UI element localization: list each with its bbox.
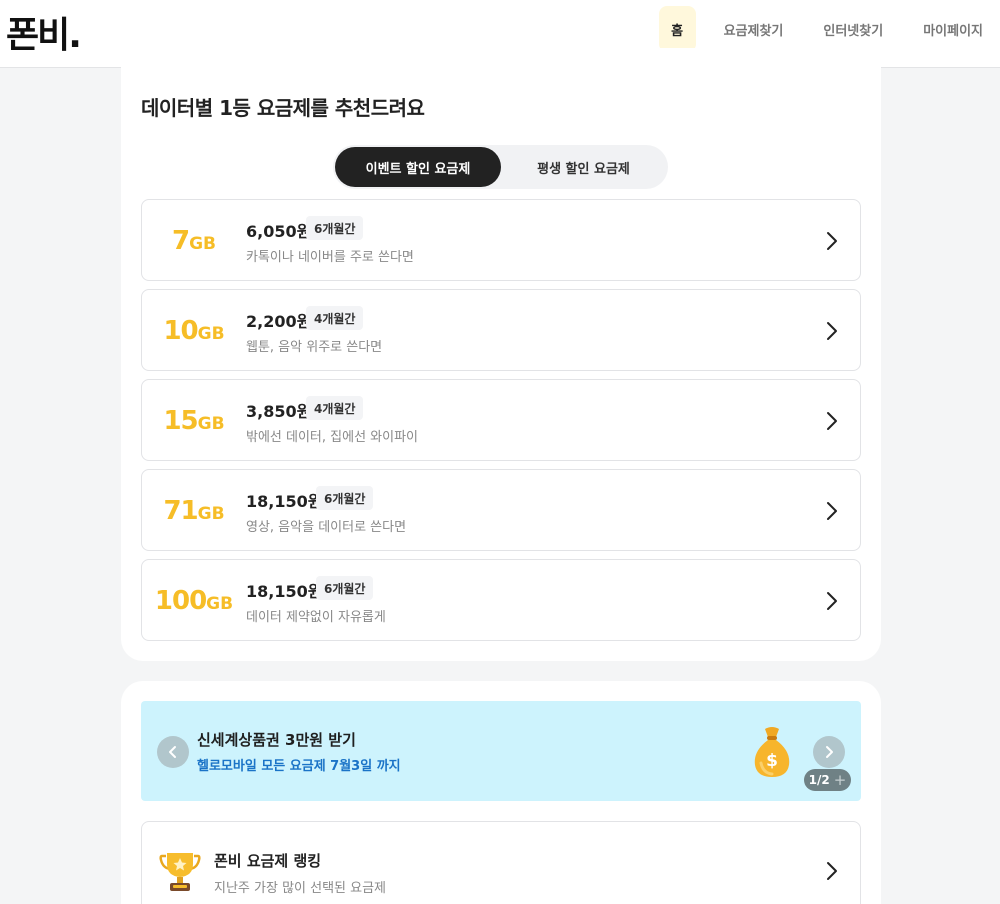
plan-price: 18,150원 — [246, 492, 323, 511]
trophy-icon — [159, 853, 201, 891]
plan-gb-value: 15 — [163, 406, 198, 436]
plan-gb-unit: GB — [197, 324, 225, 344]
plan-gb-unit: GB — [206, 594, 234, 614]
chevron-right-icon — [827, 412, 837, 430]
chevron-right-icon — [827, 592, 837, 610]
recommend-card: 데이터별 1등 요금제를 추천드려요 이벤트 할인 요금제 평생 할인 요금제 … — [121, 48, 881, 661]
tab-event-discount[interactable]: 이벤트 할인 요금제 — [335, 147, 501, 187]
chevron-right-icon — [827, 862, 837, 880]
plan-row[interactable]: 10 GB 2,200원 4개월간 웹툰, 음악 위주로 쓴다면 — [141, 289, 861, 371]
plan-row[interactable]: 15 GB 3,850원 4개월간 밖에선 데이터, 집에선 와이파이 — [141, 379, 861, 461]
chevron-right-icon — [827, 232, 837, 250]
plan-period-badge: 6개월간 — [316, 576, 374, 600]
chevron-right-icon — [826, 746, 833, 758]
plan-description: 데이터 제약없이 자유롭게 — [246, 610, 386, 625]
plan-gb: 100 GB — [142, 560, 246, 642]
section-title: 데이터별 1등 요금제를 추천드려요 — [141, 96, 425, 120]
logo[interactable]: 폰비. — [6, 6, 82, 58]
plus-icon: + — [833, 771, 847, 789]
plan-period-badge: 6개월간 — [316, 486, 374, 510]
plan-description: 영상, 음악을 데이터로 쓴다면 — [246, 520, 407, 535]
plan-price: 18,150원 — [246, 582, 323, 601]
banner-prev-button[interactable] — [157, 736, 189, 768]
plan-gb-unit: GB — [197, 504, 225, 524]
ranking-subtitle: 지난주 가장 많이 선택된 요금제 — [214, 881, 387, 896]
nav-mypage[interactable]: 마이페이지 — [923, 6, 983, 52]
plan-gb-value: 71 — [163, 496, 198, 526]
plan-description: 웹툰, 음악 위주로 쓴다면 — [246, 340, 383, 355]
nav-home[interactable]: 홈 — [658, 6, 696, 52]
svg-text:$: $ — [766, 751, 778, 771]
top-nav: 홈 요금제찾기 인터넷찾기 마이페이지 — [658, 6, 1000, 52]
plan-gb: 71 GB — [142, 470, 246, 552]
plan-period-badge: 4개월간 — [306, 306, 364, 330]
plan-gb: 7 GB — [142, 200, 246, 282]
plan-gb: 15 GB — [142, 380, 246, 462]
plan-type-toggle: 이벤트 할인 요금제 평생 할인 요금제 — [333, 145, 668, 189]
plan-gb-value: 100 — [154, 586, 207, 616]
ranking-title: 폰비 요금제 랭킹 — [214, 852, 322, 870]
plan-price: 6,050원 — [246, 222, 312, 241]
ranking-row[interactable]: 폰비 요금제 랭킹 지난주 가장 많이 선택된 요금제 — [141, 821, 861, 904]
plan-gb-value: 7 — [171, 226, 190, 256]
promo-banner[interactable]: 신세계상품권 3만원 받기 헬로모바일 모든 요금제 7월3일 까지 $ 1/2… — [141, 701, 861, 801]
nav-plan-search[interactable]: 요금제찾기 — [724, 6, 784, 52]
money-bag-icon: $ — [754, 727, 790, 777]
plan-row[interactable]: 7 GB 6,050원 6개월간 카톡이나 네이버를 주로 쓴다면 — [141, 199, 861, 281]
plan-price: 3,850원 — [246, 402, 312, 421]
plan-period-badge: 4개월간 — [306, 396, 364, 420]
plan-gb-unit: GB — [197, 414, 225, 434]
banner-subtitle: 헬로모바일 모든 요금제 7월3일 까지 — [197, 759, 401, 774]
chevron-right-icon — [827, 322, 837, 340]
plan-description: 밖에선 데이터, 집에선 와이파이 — [246, 430, 419, 445]
plan-gb-value: 10 — [163, 316, 198, 346]
tab-lifetime-discount[interactable]: 평생 할인 요금제 — [501, 147, 666, 187]
nav-internet-search[interactable]: 인터넷찾기 — [823, 6, 883, 52]
chevron-right-icon — [827, 502, 837, 520]
plan-row[interactable]: 100 GB 18,150원 6개월간 데이터 제약없이 자유롭게 — [141, 559, 861, 641]
plan-price: 2,200원 — [246, 312, 312, 331]
banner-title: 신세계상품권 3만원 받기 — [197, 731, 356, 749]
banner-next-button[interactable] — [813, 736, 845, 768]
plan-description: 카톡이나 네이버를 주로 쓴다면 — [246, 250, 414, 265]
banner-pager[interactable]: 1/2 + — [804, 769, 851, 791]
plan-row[interactable]: 71 GB 18,150원 6개월간 영상, 음악을 데이터로 쓴다면 — [141, 469, 861, 551]
pager-count: 1/2 — [808, 773, 830, 787]
plan-gb-unit: GB — [189, 234, 216, 254]
chevron-left-icon — [169, 746, 176, 758]
plan-gb: 10 GB — [142, 290, 246, 372]
plan-period-badge: 6개월간 — [306, 216, 364, 240]
promo-card: 신세계상품권 3만원 받기 헬로모바일 모든 요금제 7월3일 까지 $ 1/2… — [121, 681, 881, 904]
